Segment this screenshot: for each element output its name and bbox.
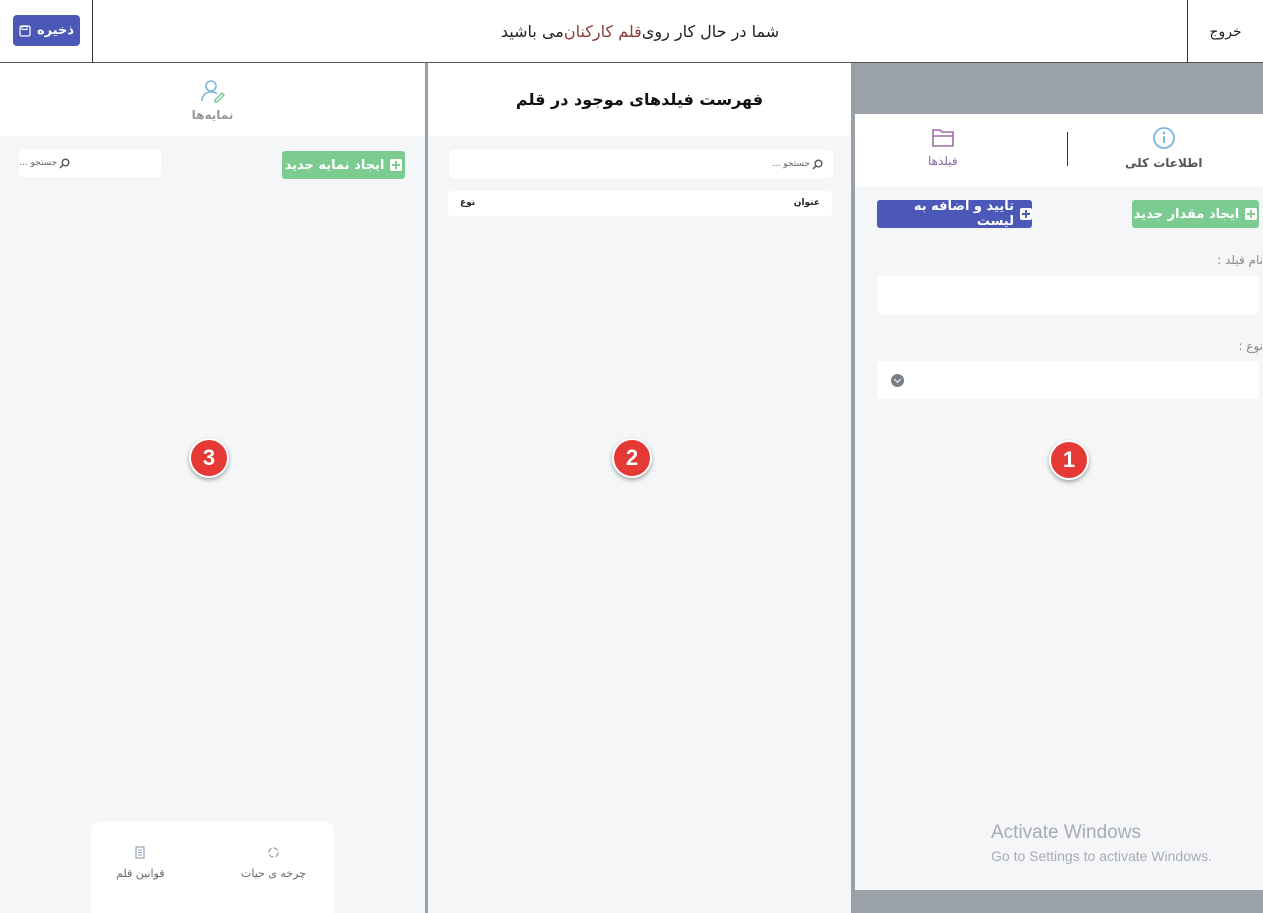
lifecycle-link[interactable]: چرخه ی حیات [241, 846, 306, 880]
fields-search-input[interactable]: جستجو ... [449, 150, 833, 178]
create-value-label: ایجاد مقدار جدید [1133, 206, 1240, 222]
activation-watermark: Activate Windows Go to Settings to activ… [991, 822, 1212, 864]
editor-tabs: فیلدها اطلاعات کلی [855, 114, 1263, 187]
user-edit-icon [200, 79, 225, 103]
save-button[interactable]: ذخیره [13, 15, 80, 46]
save-button-label: ذخیره [36, 23, 75, 38]
step-badge-3: 3 [189, 438, 229, 478]
fields-list-title: فهرست فیلدهای موجود در قلم [428, 63, 851, 136]
step-badge-1: 1 [1049, 440, 1089, 480]
watermark-line1: Activate Windows [991, 822, 1141, 843]
plus-icon [1245, 208, 1258, 220]
title-highlight: قلم کارکنان [563, 22, 642, 41]
plus-icon [390, 159, 403, 171]
search-icon [812, 159, 823, 170]
title-suffix: می باشید [500, 22, 564, 41]
confirm-add-button[interactable]: تایید و اضافه به لیست [877, 199, 1032, 229]
save-cell: ذخیره [0, 0, 93, 63]
title-prefix: شما در حال کار روی [641, 22, 780, 41]
profiles-header[interactable]: نمایه‌ها [0, 63, 425, 136]
scroll-icon [135, 846, 145, 859]
fields-search-placeholder: جستجو ... [771, 159, 810, 169]
cycle-icon [268, 847, 279, 858]
top-bar: ذخیره شما در حال کار روی قلم کارکنان می … [0, 0, 1263, 63]
chevron-down-icon [891, 374, 904, 387]
app-root: ذخیره شما در حال کار روی قلم کارکنان می … [0, 0, 1263, 913]
info-icon [1152, 127, 1175, 149]
rules-label: قوانین قلم [116, 867, 165, 880]
tab-separator [1067, 132, 1068, 166]
step-badge-2: 2 [612, 438, 652, 478]
tab-fields-label: فیلدها [928, 154, 958, 168]
field-editor-panel: فیلدها اطلاعات کلی ایجاد مقدار جدید تایی… [855, 114, 1263, 890]
field-name-label: نام فیلد : [1217, 253, 1263, 267]
profiles-search-placeholder: جستجو ... [19, 158, 58, 168]
type-select[interactable] [877, 361, 1259, 399]
profiles-search-input[interactable]: جستجو ... [19, 149, 161, 177]
rules-link[interactable]: قوانین قلم [116, 846, 164, 880]
column-title[interactable]: عنوان [794, 198, 820, 208]
plus-icon [1020, 208, 1032, 220]
create-profile-button[interactable]: ایجاد نمایه جدید [282, 151, 405, 179]
column-type[interactable]: نوع [460, 198, 475, 208]
create-value-button[interactable]: ایجاد مقدار جدید [1132, 200, 1259, 228]
confirm-add-label: تایید و اضافه به لیست [913, 199, 1014, 229]
profiles-footer: قوانین قلم چرخه ی حیات [91, 822, 334, 913]
exit-label: خروج [1209, 23, 1242, 40]
create-profile-label: ایجاد نمایه جدید [284, 157, 385, 173]
watermark-line2: Go to Settings to activate Windows. [991, 848, 1212, 864]
field-name-input[interactable] [877, 276, 1259, 314]
type-label: نوع : [1238, 339, 1263, 353]
lifecycle-label: چرخه ی حیات [241, 867, 306, 880]
folder-icon [932, 129, 954, 147]
page-title: شما در حال کار روی قلم کارکنان می باشید [93, 0, 1187, 63]
fields-table-header: عنوان نوع [448, 191, 832, 216]
floppy-icon [19, 24, 31, 37]
tab-general-info[interactable]: اطلاعات کلی [1125, 126, 1202, 170]
profiles-panel: نمایه‌ها جستجو ... ایجاد نمایه جدید قوا [0, 63, 425, 913]
profiles-header-label: نمایه‌ها [191, 107, 234, 122]
fields-list-panel: فهرست فیلدهای موجود در قلم جستجو ... عنو… [428, 63, 851, 913]
exit-button[interactable]: خروج [1187, 0, 1263, 63]
tab-general-label: اطلاعات کلی [1125, 156, 1203, 170]
search-icon [59, 158, 70, 169]
tab-fields[interactable]: فیلدها [928, 126, 958, 168]
